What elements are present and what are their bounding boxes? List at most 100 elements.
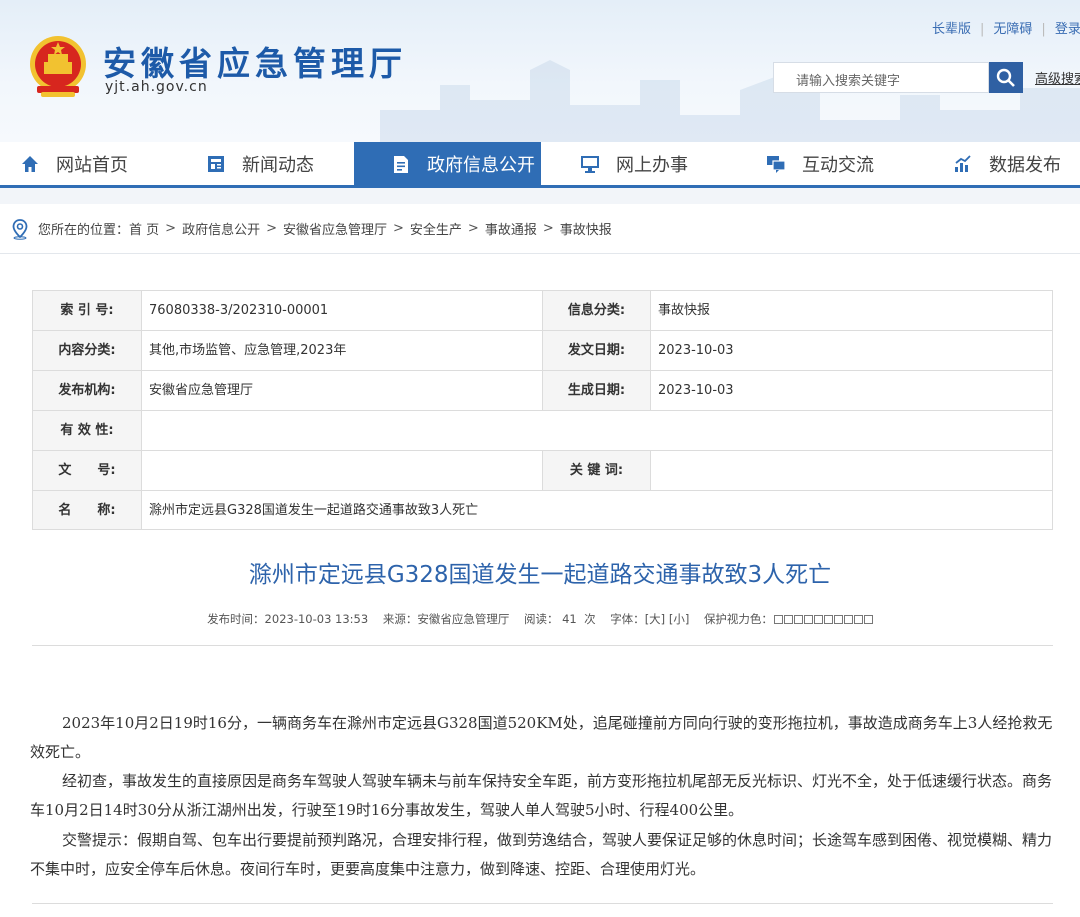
keywords-label: 关 键 词:	[542, 451, 651, 490]
nav-label: 网上办事	[616, 155, 688, 176]
elder-version-link[interactable]: 长辈版	[932, 22, 971, 37]
divider	[32, 903, 1053, 904]
color-swatch[interactable]	[863, 615, 873, 624]
nav-item-online-service[interactable]: 网上办事	[580, 142, 688, 186]
nav-item-interaction[interactable]: 互动交流	[766, 142, 874, 186]
divider-band	[0, 188, 1080, 204]
breadcrumb-separator: >	[266, 221, 277, 236]
font-small-button[interactable]: [小]	[669, 612, 689, 626]
main-nav: 网站首页 新闻动态 政府信息公开 网上办事 互动交流 数据发布	[0, 142, 1080, 188]
reads-label: 阅读：	[523, 612, 559, 626]
nav-item-data[interactable]: 数据发布	[953, 142, 1061, 186]
publish-time: 发布时间：2023-10-03 13:53	[207, 612, 369, 626]
created-date-value: 2023-10-03	[658, 383, 734, 398]
table-row: 索 引 号: 76080338-3/202310-00001 信息分类: 事故快…	[33, 291, 1052, 331]
site-header: 安徽省应急管理厅 yjt.ah.gov.cn 长辈版 | 无障碍 | 登录 请输入搜索关…	[0, 0, 1080, 142]
search-icon	[996, 68, 1015, 87]
breadcrumb-gov-info[interactable]: 政府信息公开	[182, 219, 260, 238]
issue-date-value: 2023-10-03	[658, 343, 734, 358]
nav-item-home[interactable]: 网站首页	[20, 142, 128, 186]
reads-count: 41	[562, 612, 577, 626]
color-swatch[interactable]	[823, 615, 833, 624]
breadcrumb-separator: >	[542, 221, 554, 236]
color-swatch[interactable]	[843, 615, 853, 624]
breadcrumb-separator: >	[393, 221, 404, 236]
bar-chart-icon	[953, 154, 973, 174]
login-link[interactable]: 登录	[1055, 22, 1080, 37]
color-swatch[interactable]	[853, 615, 863, 624]
doc-number-value	[142, 451, 542, 490]
keywords-value	[651, 451, 1051, 490]
nav-label: 网站首页	[56, 155, 128, 176]
nav-item-gov-info[interactable]: 政府信息公开	[354, 142, 541, 186]
breadcrumb-separator: >	[467, 221, 479, 236]
name-value: 滁州市定远县G328国道发生一起道路交通事故致3人死亡	[149, 503, 479, 518]
breadcrumb-department[interactable]: 安徽省应急管理厅	[283, 219, 387, 238]
nav-label: 政府信息公开	[427, 155, 535, 176]
table-row: 发布机构: 安徽省应急管理厅 生成日期: 2023-10-03	[33, 371, 1052, 411]
breadcrumb-accident-report[interactable]: 事故通报	[485, 219, 537, 238]
issue-date-label: 发文日期:	[542, 331, 651, 370]
article-title: 滁州市定远县G328国道发生一起道路交通事故致3人死亡	[248, 562, 832, 588]
site-title[interactable]: 安徽省应急管理厅	[103, 37, 407, 85]
article-paragraph: 交警提示：假期自驾、包车出行要提前预判路况，合理安排行程，做到劳逸结合，驾驶人要…	[30, 831, 1053, 878]
reads-unit: 次	[584, 612, 596, 626]
nav-label: 新闻动态	[242, 155, 314, 176]
source: 来源：安徽省应急管理厅	[382, 612, 510, 626]
table-row: 有 效 性:	[33, 411, 1052, 451]
content-category-value: 其他,市场监管、应急管理,2023年	[149, 343, 347, 358]
top-links: 长辈版 | 无障碍 | 登录	[932, 18, 1080, 37]
newspaper-icon	[206, 154, 226, 174]
chat-icon	[766, 154, 786, 174]
info-table: 索 引 号: 76080338-3/202310-00001 信息分类: 事故快…	[32, 290, 1053, 530]
breadcrumb-current[interactable]: 事故快报	[560, 219, 612, 238]
doc-number-label: 文 号:	[33, 451, 142, 490]
font-large-button[interactable]: [大]	[645, 612, 665, 626]
breadcrumb-home[interactable]: 首 页	[129, 219, 159, 238]
validity-label: 有 效 性:	[33, 411, 142, 450]
divider	[32, 645, 1053, 646]
article-meta: 发布时间：2023-10-03 13:53 来源：安徽省应急管理厅 阅读： 41…	[0, 611, 1080, 627]
name-label: 名 称:	[33, 491, 142, 529]
validity-value	[142, 411, 1052, 450]
color-swatch[interactable]	[833, 615, 843, 624]
divider: |	[980, 22, 985, 37]
eye-protection-label: 保护视力色：	[703, 612, 773, 626]
category-value: 事故快报	[658, 303, 711, 318]
color-swatch[interactable]	[793, 615, 803, 624]
document-icon	[391, 154, 411, 174]
home-icon	[20, 154, 40, 174]
color-swatch[interactable]	[803, 615, 813, 624]
table-row: 文 号: 关 键 词:	[33, 451, 1052, 491]
search-input[interactable]: 请输入搜索关键字	[773, 62, 989, 93]
color-swatch[interactable]	[773, 615, 783, 624]
breadcrumb-safety[interactable]: 安全生产	[410, 219, 462, 238]
org-label: 发布机构:	[33, 371, 142, 410]
category-label: 信息分类:	[542, 291, 651, 330]
index-value: 76080338-3/202310-00001	[149, 303, 329, 318]
accessibility-link[interactable]: 无障碍	[993, 22, 1032, 37]
created-date-label: 生成日期:	[542, 371, 651, 410]
article-paragraph: 经初查，事故发生的直接原因是商务车驾驶人驾驶车辆未与前车保持安全车距，前方变形拖…	[30, 772, 1053, 819]
org-value: 安徽省应急管理厅	[149, 383, 254, 398]
nav-label: 互动交流	[802, 155, 874, 176]
content-category-label: 内容分类:	[33, 331, 142, 370]
search-button[interactable]	[989, 62, 1023, 93]
monitor-icon	[580, 154, 600, 174]
breadcrumb-separator: >	[165, 221, 177, 236]
site-domain: yjt.ah.gov.cn	[105, 79, 208, 95]
article-paragraph: 2023年10月2日19时16分，一辆商务车在滁州市定远县G328国道520KM…	[30, 714, 1053, 761]
breadcrumb: 您所在的位置： 首 页 > 政府信息公开 > 安徽省应急管理厅 > 安全生产 > 事故通…	[0, 204, 1080, 254]
nav-item-news[interactable]: 新闻动态	[206, 142, 314, 186]
nav-label: 数据发布	[989, 155, 1061, 176]
table-row: 名 称: 滁州市定远县G328国道发生一起道路交通事故致3人死亡	[33, 491, 1052, 529]
location-pin-icon	[12, 218, 28, 240]
national-emblem-logo[interactable]	[27, 34, 89, 100]
table-row: 内容分类: 其他,市场监管、应急管理,2023年 发文日期: 2023-10-0…	[33, 331, 1052, 371]
advanced-search-link[interactable]: 高级搜索	[1035, 68, 1080, 87]
color-swatch[interactable]	[783, 615, 793, 624]
divider: |	[1041, 22, 1046, 37]
index-label: 索 引 号:	[33, 291, 142, 330]
font-size-label: 字体：	[610, 612, 645, 626]
color-swatch[interactable]	[813, 615, 823, 624]
